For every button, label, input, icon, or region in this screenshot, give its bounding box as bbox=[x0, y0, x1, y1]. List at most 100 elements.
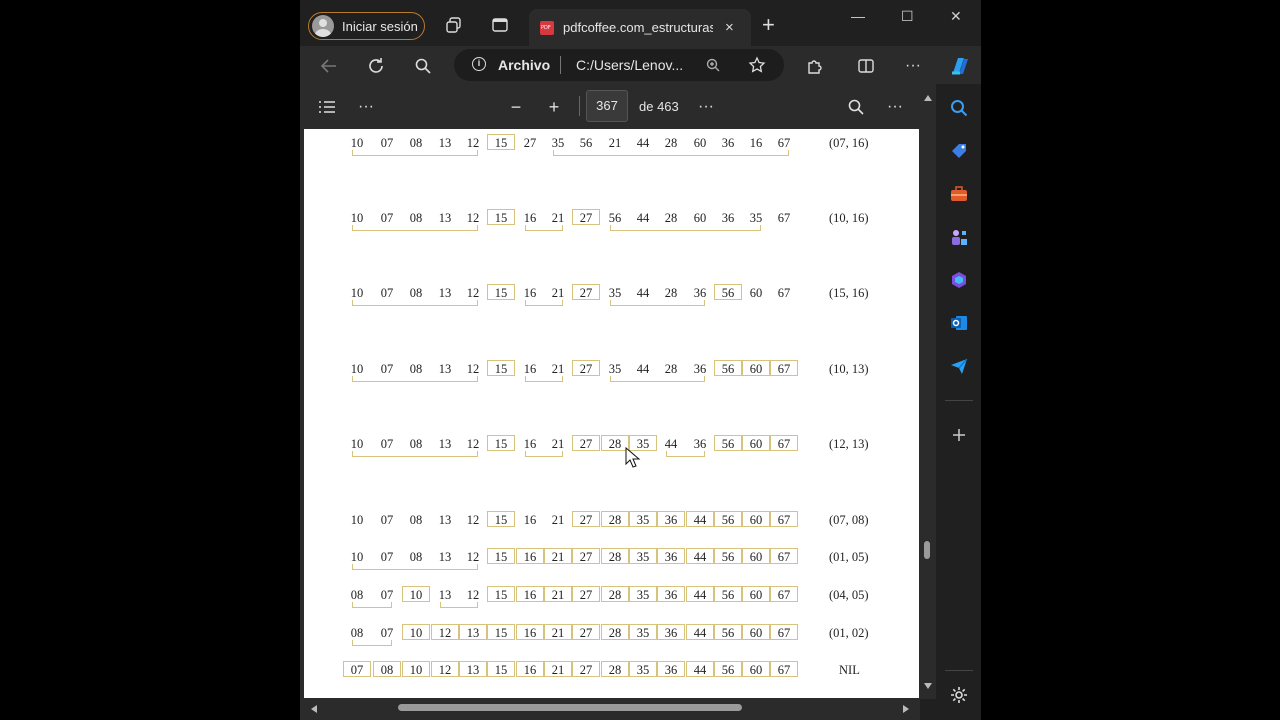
pdf-options-icon[interactable]: ··· bbox=[884, 96, 906, 118]
sequence-row: 10 07 08 13 12 15 16 21 27 35 44 28 36 56 60 67 (10, 13) bbox=[304, 360, 919, 398]
boxed-number: 27 bbox=[572, 624, 600, 640]
profile-label: Iniciar sesión bbox=[342, 18, 418, 34]
number: 07 bbox=[380, 362, 394, 376]
tab-title: pdfcoffee.com_estructuras bbox=[563, 20, 713, 35]
maximize-button[interactable]: ☐ bbox=[901, 8, 914, 25]
pair-label: (04, 05) bbox=[829, 588, 869, 602]
avatar-icon bbox=[312, 15, 334, 37]
search-icon[interactable] bbox=[412, 55, 434, 77]
boxed-number: 36 bbox=[657, 661, 685, 677]
pair-label: (10, 13) bbox=[829, 362, 869, 376]
scroll-down-icon[interactable] bbox=[923, 682, 933, 690]
number: 28 bbox=[664, 136, 678, 150]
scroll-right-icon[interactable] bbox=[902, 704, 910, 714]
horizontal-scrollbar[interactable] bbox=[300, 699, 920, 720]
minimize-button[interactable]: — bbox=[851, 8, 865, 24]
shopping-tag-icon[interactable] bbox=[948, 140, 970, 162]
page-number-input[interactable]: 367 bbox=[586, 90, 628, 122]
vertical-scroll-thumb[interactable] bbox=[924, 541, 930, 559]
sidebar-bottom-divider bbox=[945, 670, 973, 671]
boxed-number: 16 bbox=[516, 586, 544, 602]
boxed-number: 56 bbox=[714, 624, 742, 640]
group-bracket bbox=[525, 451, 563, 457]
number: 10 bbox=[350, 437, 364, 451]
favorite-star-icon[interactable] bbox=[746, 54, 768, 76]
zoom-out-button[interactable]: − bbox=[505, 96, 527, 118]
boxed-number: 56 bbox=[714, 548, 742, 564]
info-icon[interactable]: i bbox=[472, 57, 486, 71]
workspaces-icon[interactable] bbox=[443, 14, 465, 36]
copilot-sidebar-icon[interactable] bbox=[948, 269, 970, 291]
boxed-number: 27 bbox=[572, 209, 600, 225]
scroll-up-icon[interactable] bbox=[923, 94, 933, 102]
boxed-number: 28 bbox=[601, 661, 629, 677]
boxed-number: 27 bbox=[572, 284, 600, 300]
games-icon[interactable] bbox=[948, 226, 970, 248]
sequence-row: 08 07 10 13 12 15 16 21 27 28 35 36 44 56 60 67 (04, 05) bbox=[304, 586, 919, 624]
new-tab-button[interactable]: + bbox=[762, 14, 775, 36]
boxed-number: 56 bbox=[714, 661, 742, 677]
boxed-number: 07 bbox=[343, 661, 371, 677]
pdf-more-button[interactable]: ··· bbox=[695, 96, 717, 118]
number: 36 bbox=[721, 211, 735, 225]
group-bracket bbox=[610, 225, 761, 231]
add-sidebar-app-icon[interactable] bbox=[948, 424, 970, 446]
zoom-icon[interactable] bbox=[702, 54, 724, 76]
sidebar-settings-gear-icon[interactable] bbox=[948, 684, 970, 706]
boxed-number: 35 bbox=[629, 624, 657, 640]
sidebar-search-icon[interactable] bbox=[948, 97, 970, 119]
number: 16 bbox=[523, 286, 537, 300]
group-bracket bbox=[553, 150, 789, 156]
scroll-left-icon[interactable] bbox=[310, 704, 318, 714]
number: 67 bbox=[777, 136, 791, 150]
close-window-button[interactable]: ✕ bbox=[950, 8, 962, 25]
boxed-number: 15 bbox=[487, 284, 515, 300]
refresh-icon[interactable] bbox=[365, 55, 387, 77]
tab-actions-icon[interactable] bbox=[489, 14, 511, 36]
back-icon[interactable] bbox=[318, 55, 340, 77]
profile-button[interactable]: Iniciar sesión bbox=[308, 12, 425, 40]
number: 13 bbox=[438, 437, 452, 451]
pdf-page[interactable]: 10 07 08 13 12 15 27 35 56 21 44 28 60 36 16 67 (07, 16)… bbox=[304, 129, 919, 698]
boxed-number: 21 bbox=[544, 661, 572, 677]
number: 10 bbox=[350, 286, 364, 300]
boxed-number: 35 bbox=[629, 661, 657, 677]
active-tab[interactable]: pdfcoffee.com_estructuras × bbox=[529, 9, 751, 46]
boxed-number: 28 bbox=[601, 586, 629, 602]
number: 08 bbox=[350, 588, 364, 602]
number: 08 bbox=[409, 136, 423, 150]
number: 67 bbox=[777, 211, 791, 225]
edge-sidebar bbox=[937, 84, 981, 720]
group-bracket bbox=[610, 376, 705, 382]
address-bar[interactable]: i Archivo C:/Users/Lenov... bbox=[454, 49, 784, 81]
send-plane-icon[interactable] bbox=[948, 355, 970, 377]
boxed-number: 28 bbox=[601, 548, 629, 564]
horizontal-scroll-thumb[interactable] bbox=[398, 704, 742, 711]
contents-icon[interactable] bbox=[316, 96, 338, 118]
vertical-scrollbar[interactable] bbox=[920, 84, 936, 699]
zoom-in-button[interactable]: + bbox=[543, 96, 565, 118]
group-bracket bbox=[525, 376, 563, 382]
number: 21 bbox=[551, 437, 565, 451]
number: 35 bbox=[551, 136, 565, 150]
find-in-pdf-icon[interactable] bbox=[845, 96, 867, 118]
tab-close-icon[interactable]: × bbox=[725, 19, 734, 36]
settings-more-icon[interactable]: ··· bbox=[902, 55, 924, 77]
boxed-number: 35 bbox=[629, 548, 657, 564]
pdf-favicon-icon bbox=[540, 20, 554, 35]
number: 10 bbox=[350, 362, 364, 376]
boxed-number: 27 bbox=[572, 661, 600, 677]
group-bracket bbox=[352, 225, 478, 231]
number: 08 bbox=[350, 626, 364, 640]
copilot-icon[interactable] bbox=[946, 52, 974, 80]
outlook-icon[interactable] bbox=[948, 312, 970, 334]
group-bracket bbox=[525, 225, 563, 231]
split-screen-icon[interactable] bbox=[855, 55, 877, 77]
url-text[interactable]: C:/Users/Lenov... bbox=[576, 57, 688, 73]
extensions-icon[interactable] bbox=[804, 55, 826, 77]
boxed-number: 15 bbox=[487, 624, 515, 640]
pdf-menu-icon[interactable]: ··· bbox=[355, 96, 377, 118]
tools-briefcase-icon[interactable] bbox=[948, 183, 970, 205]
boxed-number: 67 bbox=[770, 548, 798, 564]
page-total: de 463 bbox=[639, 99, 679, 114]
